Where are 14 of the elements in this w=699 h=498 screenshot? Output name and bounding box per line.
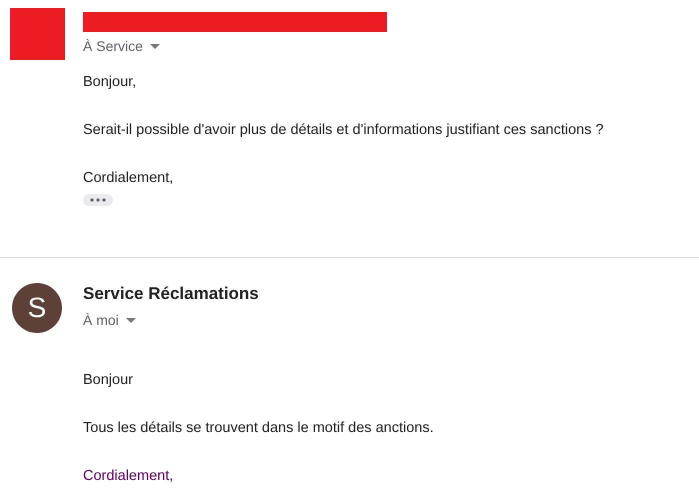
recipient-text: À Service: [83, 37, 143, 56]
message-paragraph: Bonjour,: [83, 73, 138, 92]
caret-icon[interactable]: [126, 318, 136, 322]
recipient-text: À moi: [83, 311, 119, 330]
sender-avatar: S: [12, 283, 62, 333]
message-paragraph: Bonjour: [83, 371, 134, 390]
sender-name: Service Réclamations: [83, 283, 259, 305]
message-paragraph: Cordialement,: [83, 467, 174, 486]
caret-icon[interactable]: [150, 44, 160, 48]
message-paragraph: Cordialement,: [83, 169, 174, 188]
message-paragraph: Serait-il possible d'avoir plus de détails et d'informations justifiant ces sanctions ?: [83, 121, 605, 140]
show-trimmed-content-button[interactable]: [83, 194, 113, 206]
message-paragraph: Tous les détails se trouvent dans le motif des anctions.: [83, 419, 435, 438]
more-icon: [90, 198, 106, 202]
